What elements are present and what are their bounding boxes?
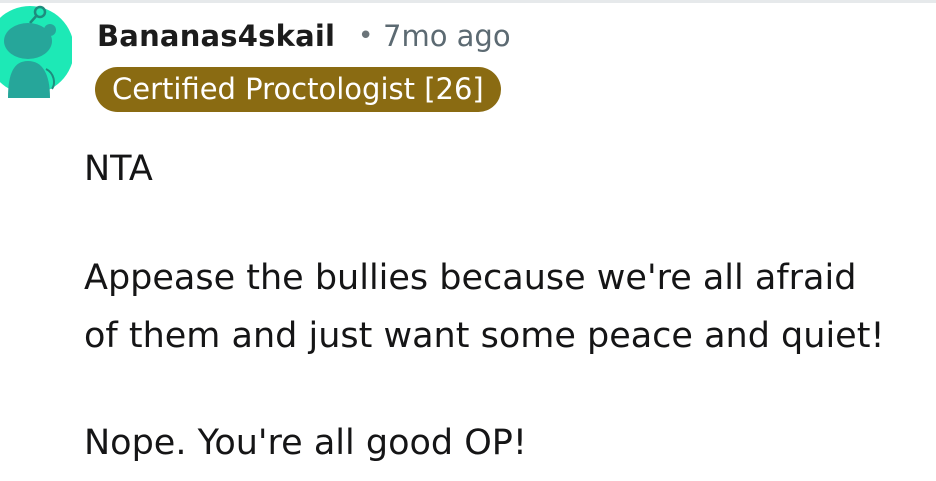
top-divider (0, 0, 936, 3)
meta-separator-dot: • (358, 21, 374, 51)
user-avatar[interactable] (0, 3, 74, 98)
comment-body-line: NTA (84, 149, 153, 189)
comment-body-line: Nope. You're all good OP! (84, 423, 527, 463)
user-flair-badge: Certified Proctologist [26] (95, 67, 501, 112)
comment-author-username[interactable]: Bananas4skail (97, 16, 335, 56)
comment-timestamp[interactable]: 7mo ago (383, 16, 511, 56)
comment-body-line: Appease the bullies because we're all af… (84, 258, 857, 298)
snoo-avatar-icon (0, 5, 74, 98)
comment-body-line: of them and just want some peace and qui… (84, 316, 885, 356)
